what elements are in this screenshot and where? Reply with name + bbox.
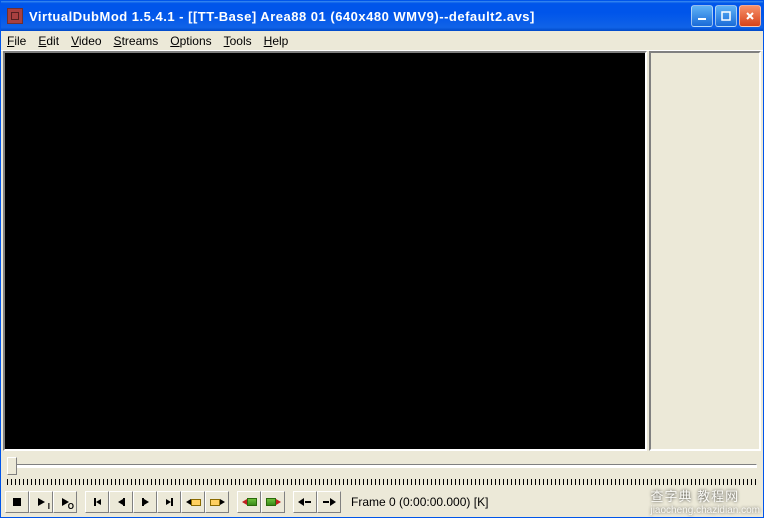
mark-out-button[interactable] (317, 491, 341, 513)
key-next-icon (210, 499, 225, 506)
go-end-button[interactable] (157, 491, 181, 513)
step-back-icon (118, 498, 125, 506)
play-icon (38, 498, 45, 506)
menu-edit[interactable]: Edit (38, 34, 59, 48)
menu-tools[interactable]: Tools (224, 34, 252, 48)
window-controls (691, 5, 761, 27)
mark-in-icon (298, 498, 312, 506)
app-icon (7, 8, 23, 24)
app-window: VirtualDubMod 1.5.4.1 - [[TT-Base] Area8… (0, 0, 764, 518)
mark-out-icon (322, 498, 336, 506)
timeline-slider[interactable] (7, 457, 757, 477)
watermark: 查字典 教程网 jiaocheng.chazidian.com (650, 486, 760, 516)
play-output-button[interactable]: O (53, 491, 77, 513)
go-start-icon (94, 498, 101, 506)
step-forward-button[interactable] (133, 491, 157, 513)
next-scene-button[interactable] (261, 491, 285, 513)
menu-file[interactable]: File (7, 34, 26, 48)
minimize-icon (697, 11, 707, 21)
window-title: VirtualDubMod 1.5.4.1 - [[TT-Base] Area8… (29, 9, 691, 24)
step-forward-icon (142, 498, 149, 506)
play-input-button[interactable]: I (29, 491, 53, 513)
step-back-button[interactable] (109, 491, 133, 513)
slider-thumb[interactable] (7, 457, 17, 475)
watermark-main: 查字典 (650, 489, 692, 504)
client-area: I O Frame 0 (0:00:00.000) [K] (1, 51, 763, 517)
close-icon (745, 11, 755, 21)
frame-status: Frame 0 (0:00:00.000) [K] (351, 495, 488, 509)
mark-in-button[interactable] (293, 491, 317, 513)
watermark-tag: 教程网 (697, 489, 739, 504)
output-video-pane[interactable] (649, 51, 761, 451)
titlebar[interactable]: VirtualDubMod 1.5.4.1 - [[TT-Base] Area8… (1, 1, 763, 31)
stop-button[interactable] (5, 491, 29, 513)
scene-next-icon (266, 498, 281, 506)
menu-options[interactable]: Options (170, 34, 211, 48)
prev-scene-button[interactable] (237, 491, 261, 513)
transport-toolbar: I O Frame 0 (0:00:00.000) [K] (3, 489, 761, 515)
timeline-ticks (7, 479, 757, 485)
go-start-button[interactable] (85, 491, 109, 513)
minimize-button[interactable] (691, 5, 713, 27)
output-subscript-icon: O (68, 502, 74, 511)
menubar: File Edit Video Streams Options Tools He… (1, 31, 763, 51)
menu-streams[interactable]: Streams (114, 34, 159, 48)
maximize-button[interactable] (715, 5, 737, 27)
scene-prev-icon (242, 498, 257, 506)
input-subscript-icon: I (48, 502, 50, 511)
maximize-icon (721, 11, 731, 21)
stop-icon (13, 498, 21, 506)
watermark-sub: jiaocheng.chazidian.com (650, 505, 760, 516)
close-button[interactable] (739, 5, 761, 27)
menu-help[interactable]: Help (264, 34, 289, 48)
viewports (3, 51, 761, 451)
prev-keyframe-button[interactable] (181, 491, 205, 513)
go-end-icon (166, 498, 173, 506)
menu-video[interactable]: Video (71, 34, 101, 48)
slider-track (7, 464, 757, 468)
input-video-pane[interactable] (3, 51, 647, 451)
key-prev-icon (186, 499, 201, 506)
next-keyframe-button[interactable] (205, 491, 229, 513)
